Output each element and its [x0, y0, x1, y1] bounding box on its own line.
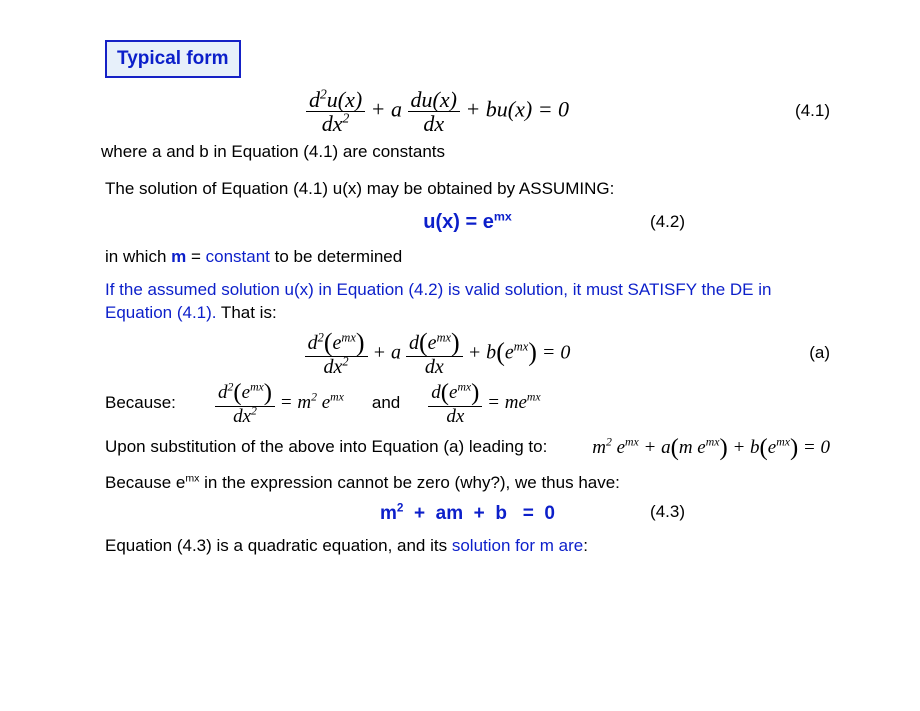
- and-label: and: [372, 392, 400, 415]
- equation-4-3: m2 + am + b = 0: [105, 501, 830, 527]
- because-label: Because:: [105, 392, 215, 415]
- text-m-constant: in which m = constant to be determined: [105, 246, 830, 269]
- equation-4-2: u(x) = emx: [105, 209, 830, 236]
- derivative-row: Because: d2(emx)dx2 = m2 emx and d(emx)d…: [105, 380, 830, 427]
- equation-a: d2(emx)dx2 + a d(emx)dx + b(emx) = 0 (a): [105, 329, 830, 378]
- equation-4-2-math: u(x) = emx: [423, 209, 512, 236]
- substitution-line: Upon substitution of the above into Equa…: [105, 431, 830, 464]
- text-because-nonzero: Because emx in the expression cannot be …: [105, 472, 830, 495]
- equation-a-number: (a): [770, 342, 830, 365]
- slide-content: Typical form d2u(x)dx2 + a du(x)dx + bu(…: [0, 0, 920, 584]
- equation-4-3-number: (4.3): [650, 501, 685, 524]
- equation-4-3-math: m2 + am + b = 0: [380, 503, 555, 524]
- section-heading: Typical form: [105, 40, 241, 78]
- text-where: where a and b in Equation (4.1) are cons…: [101, 141, 830, 164]
- text-valid-solution: If the assumed solution u(x) in Equation…: [105, 279, 830, 325]
- equation-4-1: d2u(x)dx2 + a du(x)dx + bu(x) = 0 (4.1): [105, 88, 830, 135]
- equation-4-1-math: d2u(x)dx2 + a du(x)dx + bu(x) = 0: [105, 88, 770, 135]
- text-solution-intro: The solution of Equation (4.1) u(x) may …: [105, 178, 830, 201]
- substitution-equation: m2 emx + a(m emx) + b(emx) = 0: [547, 431, 830, 464]
- second-derivative: d2(emx)dx2 = m2 emx: [215, 380, 344, 427]
- equation-4-2-number: (4.2): [650, 211, 685, 234]
- equation-4-1-number: (4.1): [770, 100, 830, 123]
- text-quadratic: Equation (4.3) is a quadratic equation, …: [105, 535, 830, 558]
- first-derivative: d(emx)dx = memx: [428, 380, 540, 427]
- substitution-text: Upon substitution of the above into Equa…: [105, 436, 547, 459]
- equation-a-math: d2(emx)dx2 + a d(emx)dx + b(emx) = 0: [105, 329, 770, 378]
